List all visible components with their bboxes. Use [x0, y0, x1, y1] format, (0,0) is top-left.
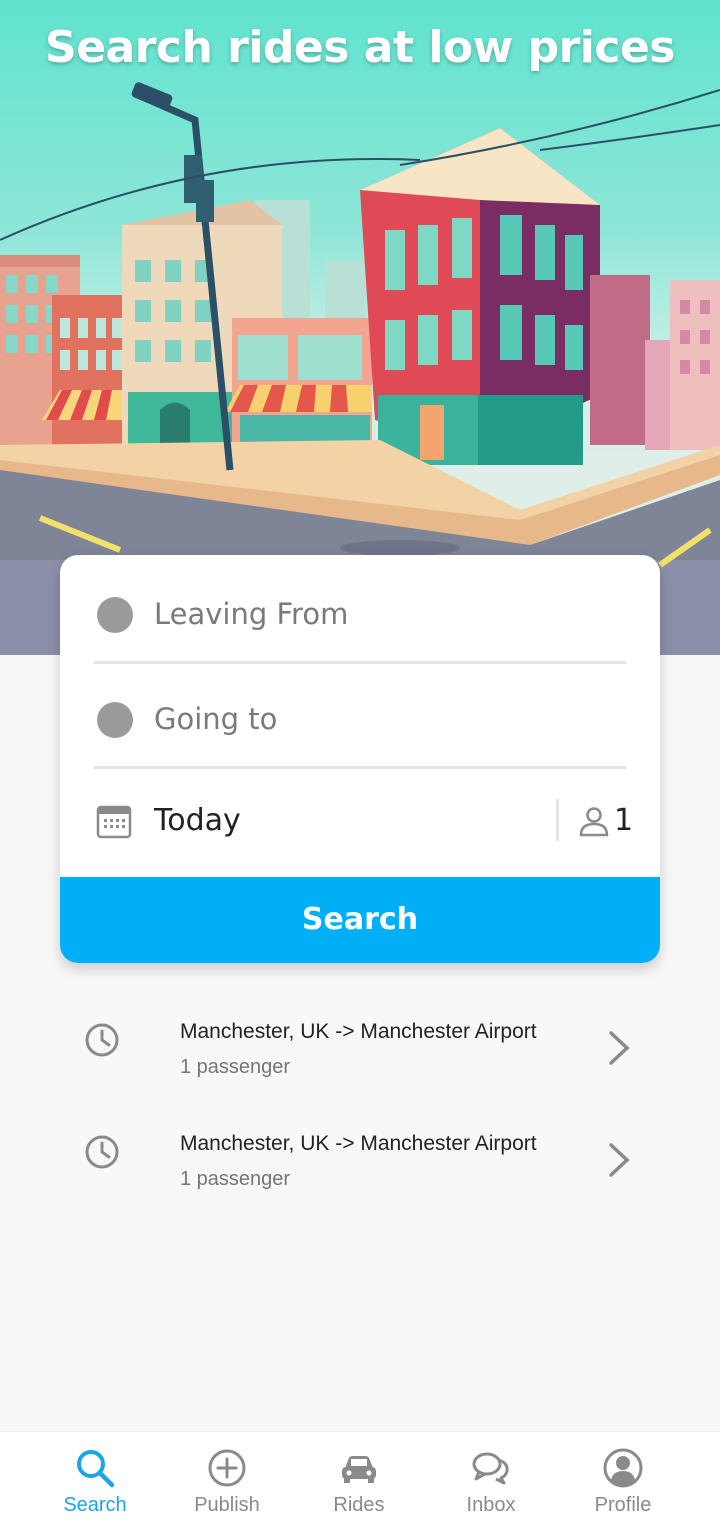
chevron-right-icon: [609, 1031, 630, 1065]
profile-icon: [603, 1448, 643, 1488]
nav-search[interactable]: Search: [29, 1432, 161, 1529]
going-to-field[interactable]: Going to: [60, 664, 660, 768]
car-icon: [342, 1456, 376, 1483]
destination-dot-icon: [97, 702, 133, 738]
date-selector[interactable]: Today: [154, 803, 241, 838]
recent-passenger-text: 1 passenger: [180, 1056, 291, 1078]
nav-publish-label: Publish: [194, 1494, 260, 1516]
recent-route-text: Manchester, UK -> Manchester Airport: [180, 1132, 537, 1155]
plus-circle-icon: [208, 1449, 246, 1487]
chat-icon: [472, 1452, 509, 1485]
leaving-from-field[interactable]: Leaving From: [60, 559, 660, 663]
leaving-from-placeholder: Leaving From: [154, 597, 349, 631]
nav-profile-label: Profile: [594, 1494, 652, 1516]
nav-profile[interactable]: Profile: [557, 1432, 689, 1529]
nav-search-label: Search: [63, 1494, 127, 1516]
nav-inbox[interactable]: Inbox: [425, 1432, 557, 1529]
recent-passenger-text: 1 passenger: [180, 1168, 291, 1190]
recent-search-item[interactable]: Manchester, UK -> Manchester Airport 1 p…: [0, 1002, 720, 1102]
hero-title: Search rides at low prices: [45, 22, 675, 73]
passenger-icon[interactable]: [578, 805, 610, 837]
origin-dot-icon: [97, 597, 133, 633]
chevron-right-icon: [609, 1143, 630, 1177]
recent-route-text: Manchester, UK -> Manchester Airport: [180, 1020, 537, 1043]
passenger-count[interactable]: 1: [614, 803, 633, 838]
nav-publish[interactable]: Publish: [161, 1432, 293, 1529]
search-icon: [77, 1450, 115, 1488]
date-passenger-row: Today 1: [60, 769, 660, 877]
calendar-icon: [96, 805, 132, 839]
going-to-placeholder: Going to: [154, 702, 278, 736]
nav-inbox-label: Inbox: [466, 1494, 516, 1516]
search-button[interactable]: Search: [60, 877, 660, 963]
nav-rides-label: Rides: [333, 1494, 385, 1516]
clock-icon: [85, 1135, 119, 1169]
bottom-navigation: Search Publish Rides Inbox Profile: [0, 1431, 720, 1529]
search-card: Leaving From Going to Today 1 Search: [60, 555, 660, 963]
recent-search-item[interactable]: Manchester, UK -> Manchester Airport 1 p…: [0, 1114, 720, 1214]
row-separator: [556, 799, 559, 841]
clock-icon: [85, 1023, 119, 1057]
nav-rides[interactable]: Rides: [293, 1432, 425, 1529]
